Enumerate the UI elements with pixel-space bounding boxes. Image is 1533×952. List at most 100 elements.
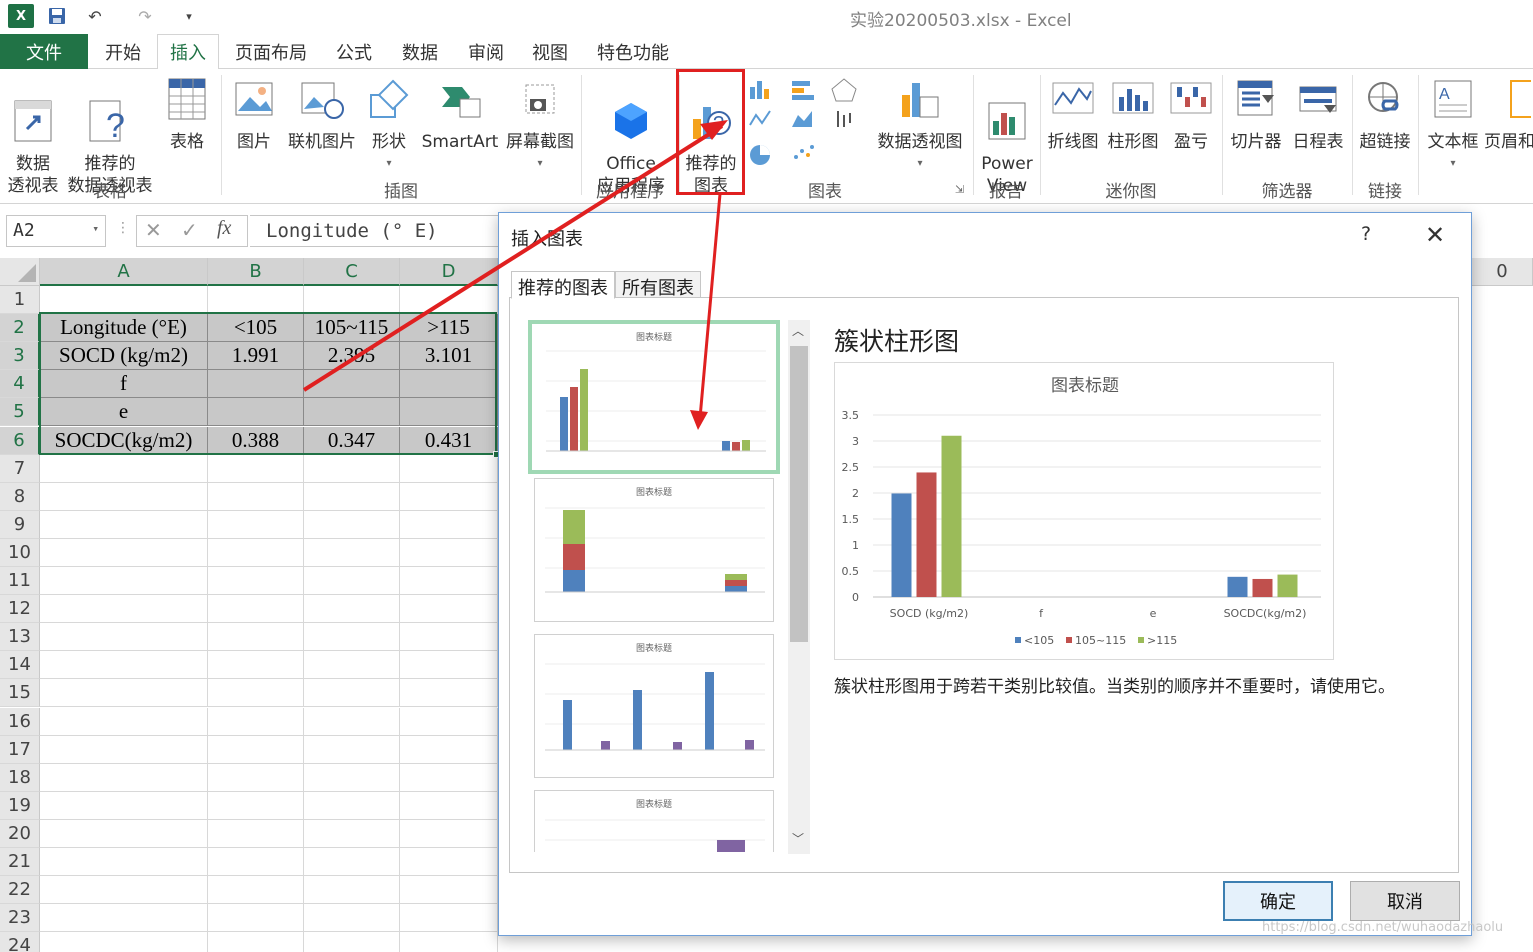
cell[interactable] (40, 623, 208, 652)
cell[interactable] (40, 876, 208, 905)
cell[interactable] (400, 286, 498, 314)
row-header-18[interactable]: 18 (0, 763, 40, 792)
cell[interactable] (400, 651, 498, 680)
online-picture-button[interactable]: 联机图片 (282, 77, 362, 153)
cell[interactable] (208, 679, 304, 708)
pivot-chart-button[interactable]: 数据透视图 ▾ (872, 77, 968, 175)
row-header-3[interactable]: 3 (0, 342, 40, 371)
enter-icon[interactable]: ✓ (181, 218, 198, 242)
cell[interactable] (400, 595, 498, 624)
smartart-button[interactable]: SmartArt (418, 77, 502, 153)
column-header-a[interactable]: A (40, 258, 208, 286)
cell[interactable] (304, 482, 400, 511)
row-header-16[interactable]: 16 (0, 707, 40, 736)
cell[interactable] (40, 819, 208, 848)
row-header-21[interactable]: 21 (0, 848, 40, 876)
row-header-24[interactable]: 24 (0, 932, 40, 952)
tab-view[interactable]: 视图 (522, 34, 578, 69)
cell[interactable] (304, 538, 400, 567)
cell[interactable] (208, 707, 304, 736)
tab-all-charts[interactable]: 所有图表 (615, 271, 701, 299)
cell[interactable] (40, 651, 208, 680)
cell[interactable] (304, 876, 400, 905)
cell[interactable] (40, 763, 208, 792)
row-header-19[interactable]: 19 (0, 791, 40, 820)
tab-insert[interactable]: 插入 (157, 34, 219, 70)
cell-c4[interactable] (304, 370, 400, 399)
cell[interactable] (40, 595, 208, 624)
picture-button[interactable]: 图片 (230, 77, 278, 153)
cell[interactable] (40, 707, 208, 736)
tab-special[interactable]: 特色功能 (588, 34, 678, 69)
cell[interactable] (40, 848, 208, 876)
cell[interactable] (304, 567, 400, 595)
cell[interactable] (208, 876, 304, 905)
thumbnail-clustered-column-by-range[interactable]: 图表标题 (534, 634, 774, 778)
customize-qat-icon[interactable]: ▾ (178, 5, 200, 27)
cell[interactable] (304, 932, 400, 952)
cell[interactable] (40, 735, 208, 764)
cell[interactable] (400, 791, 498, 820)
cell[interactable] (400, 623, 498, 652)
cell-b3[interactable]: 1.991 (208, 342, 304, 371)
row-header-13[interactable]: 13 (0, 623, 40, 652)
name-box-dropdown-icon[interactable]: ▾ (92, 222, 99, 235)
cell[interactable] (400, 510, 498, 539)
cell-c5[interactable] (304, 398, 400, 427)
cell[interactable] (40, 510, 208, 539)
cell[interactable] (400, 538, 498, 567)
tab-formulas[interactable]: 公式 (326, 34, 382, 69)
cell[interactable] (304, 510, 400, 539)
row-header-4[interactable]: 4 (0, 370, 40, 399)
cell[interactable] (208, 819, 304, 848)
thumbnail-stacked-column[interactable]: 图表标题 (534, 478, 774, 622)
cell[interactable] (208, 567, 304, 595)
cell-b4[interactable] (208, 370, 304, 399)
tab-file[interactable]: 文件 (0, 34, 88, 69)
cell[interactable] (400, 876, 498, 905)
cell[interactable] (400, 482, 498, 511)
close-icon[interactable]: ✕ (1425, 221, 1445, 249)
cell[interactable] (208, 932, 304, 952)
header-footer-button[interactable]: 页眉和 (1484, 77, 1533, 153)
cell-a6[interactable]: SOCDC(kg/m2) (40, 426, 208, 455)
cell[interactable] (40, 904, 208, 933)
cell[interactable] (40, 679, 208, 708)
save-icon[interactable] (46, 5, 68, 27)
row-header-6[interactable]: 6 (0, 426, 40, 455)
cell[interactable] (400, 763, 498, 792)
cell[interactable] (304, 707, 400, 736)
name-box[interactable]: A2 ▾ (6, 215, 106, 247)
cell[interactable] (208, 595, 304, 624)
cell[interactable] (208, 538, 304, 567)
dialog-launcher-icon[interactable]: ⇲ (955, 183, 964, 196)
shapes-button[interactable]: 形状 ▾ (364, 77, 414, 175)
ok-button[interactable]: 确定 (1223, 881, 1333, 921)
cell-c2[interactable]: 105~115 (304, 314, 400, 343)
cell[interactable] (304, 735, 400, 764)
row-header-1[interactable]: 1 (0, 286, 40, 314)
select-all-corner[interactable] (0, 258, 40, 286)
cell[interactable] (208, 848, 304, 876)
cell[interactable] (40, 791, 208, 820)
sparkline-column-button[interactable]: 柱形图 (1104, 77, 1162, 153)
formula-input[interactable]: Longitude (° E) (250, 215, 500, 247)
cell[interactable] (40, 454, 208, 483)
cell-b6[interactable]: 0.388 (208, 426, 304, 455)
cell-d5[interactable] (400, 398, 498, 427)
cancel-button[interactable]: 取消 (1350, 881, 1460, 921)
cell[interactable] (400, 735, 498, 764)
cell[interactable] (304, 791, 400, 820)
cell[interactable] (304, 595, 400, 624)
cell-c6[interactable]: 0.347 (304, 426, 400, 455)
slicer-button[interactable]: 切片器 (1226, 77, 1286, 153)
tab-home[interactable]: 开始 (94, 34, 152, 69)
cell-d2[interactable]: >115 (400, 314, 498, 343)
cell-b2[interactable]: <105 (208, 314, 304, 343)
cell[interactable] (304, 904, 400, 933)
thumbnail-scrollbar[interactable]: ︿ ﹀ (788, 320, 810, 854)
row-header-2[interactable]: 2 (0, 314, 40, 343)
row-header-23[interactable]: 23 (0, 904, 40, 933)
thumbnail-clustered-column[interactable]: 图表标题 (528, 320, 780, 474)
column-header-b[interactable]: B (208, 258, 304, 286)
